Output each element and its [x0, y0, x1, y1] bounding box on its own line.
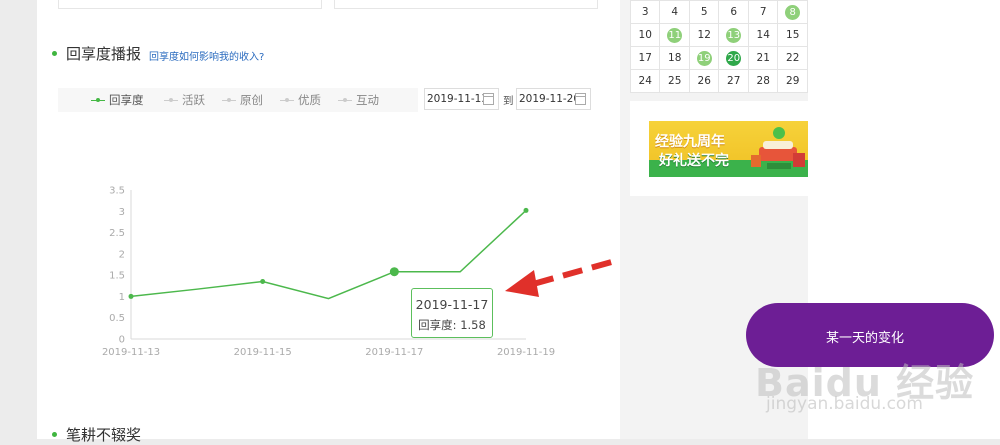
- promo-card: 经验九周年 好礼送不完: [630, 101, 808, 196]
- calendar-day-badge: 13: [726, 27, 742, 43]
- calendar-day-badge: 20: [726, 50, 742, 66]
- calendar-day-badge: 19: [696, 50, 712, 66]
- calendar-day[interactable]: 18: [659, 46, 690, 70]
- calendar-card: 3 4 5 6 7 8 10 11 12 13 14 15 17 18 19 20 21 22 24 25 26 27 28…: [629, 0, 808, 93]
- calendar-day[interactable]: 20: [718, 46, 749, 70]
- calendar-day[interactable]: 4: [659, 0, 690, 24]
- calendar-day[interactable]: 11: [659, 23, 690, 47]
- calendar-day[interactable]: 29: [777, 69, 808, 93]
- calendar-day[interactable]: 10: [629, 23, 661, 47]
- annotation-arrow-head: [505, 270, 539, 297]
- calendar-day[interactable]: 8: [777, 0, 808, 24]
- watermark-url: jingyan.baidu.com: [766, 394, 923, 414]
- calendar-day[interactable]: 19: [688, 46, 720, 70]
- calendar-week-row: 17 18 19 20 21 22: [629, 46, 808, 70]
- calendar-day[interactable]: 12: [688, 23, 720, 47]
- calendar-day[interactable]: 22: [777, 46, 808, 70]
- calendar-day-badge: 8: [785, 4, 801, 20]
- calendar-week-row: 24 25 26 27 28 29: [629, 69, 808, 93]
- section-bullet: [52, 432, 57, 437]
- calendar-day[interactable]: 13: [718, 23, 749, 47]
- calendar-day[interactable]: 14: [747, 23, 779, 47]
- promo-line-1: 经验九周年: [655, 134, 725, 150]
- calendar-week-row: 10 11 12 13 14 15: [629, 23, 808, 47]
- calendar-day[interactable]: 25: [659, 69, 690, 93]
- cake-gift-icon: [751, 127, 805, 169]
- calendar-day[interactable]: 5: [688, 0, 720, 24]
- calendar-day[interactable]: 15: [777, 23, 808, 47]
- calendar-day[interactable]: 17: [629, 46, 661, 70]
- promo-banner[interactable]: 经验九周年 好礼送不完: [649, 121, 808, 177]
- calendar-day-badge: 11: [667, 27, 683, 43]
- calendar-day[interactable]: 28: [747, 69, 779, 93]
- calendar-week-row: 345678: [629, 0, 808, 24]
- promo-line-2: 好礼送不完: [659, 153, 729, 169]
- calendar-day[interactable]: 7: [747, 0, 779, 24]
- section-title-2: 笔耕不辍奖: [66, 426, 142, 444]
- calendar-day[interactable]: 21: [747, 46, 779, 70]
- calendar-day[interactable]: 26: [688, 69, 720, 93]
- callout-text: 某一天的变化: [826, 331, 905, 346]
- calendar-day[interactable]: 27: [718, 69, 749, 93]
- calendar-grid: 3 4 5 6 7 8 10 11 12 13 14 15 17 18 19 20 21 22 24 25 26 27 28…: [629, 0, 808, 93]
- calendar-day[interactable]: 6: [718, 0, 749, 24]
- calendar-day[interactable]: 3: [629, 0, 661, 24]
- calendar-day[interactable]: 24: [629, 69, 661, 93]
